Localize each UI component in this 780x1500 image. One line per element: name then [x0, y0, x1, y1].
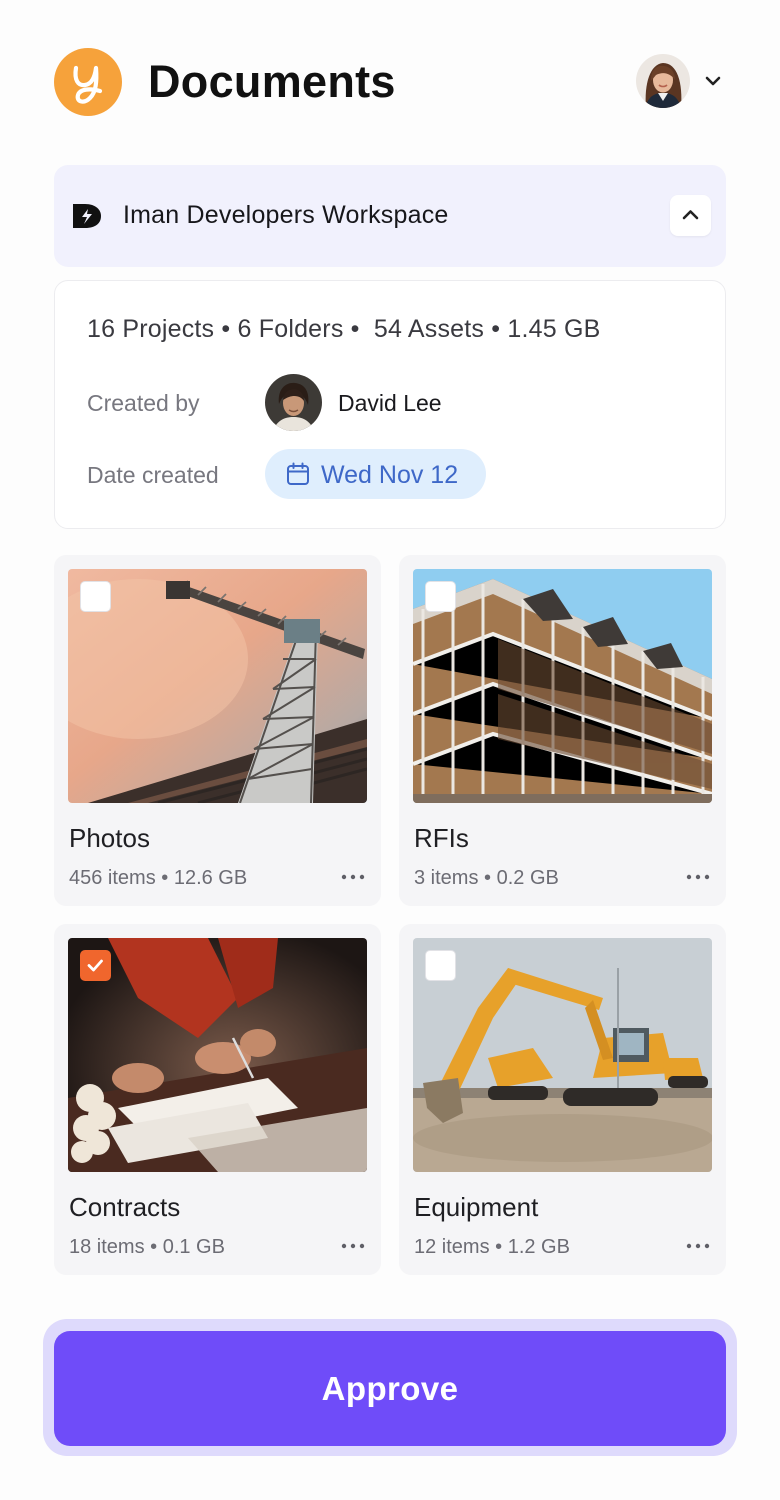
folder-card-rfis[interactable]: RFIs 3 items • 0.2 GB [399, 555, 726, 906]
more-dots-icon[interactable] [340, 1236, 366, 1256]
page-title: Documents [148, 56, 396, 107]
header: Documents [0, 0, 780, 165]
folder-thumbnail [413, 569, 712, 803]
date-created-label: Date created [87, 462, 219, 488]
date-created-badge[interactable]: Wed Nov 12 [265, 449, 486, 499]
folder-meta: 456 items • 12.6 GB [69, 867, 248, 889]
workspace-info-card: 16 Projects • 6 Folders • 54 Assets • 1.… [54, 280, 726, 529]
folder-name: Photos [69, 823, 150, 853]
select-checkbox[interactable] [80, 581, 111, 612]
approve-button[interactable]: Approve [54, 1331, 726, 1446]
folder-name: Contracts [69, 1192, 181, 1222]
more-dots-icon[interactable] [685, 1236, 711, 1256]
folder-meta: 18 items • 0.1 GB [69, 1236, 225, 1258]
folder-card-equipment[interactable]: Equipment 12 items • 1.2 GB [399, 924, 726, 1275]
workspace-name: Iman Developers Workspace [123, 201, 449, 229]
user-avatar[interactable] [636, 54, 690, 108]
folder-card-photos[interactable]: Photos 456 items • 12.6 GB [54, 555, 381, 906]
creator-name: David Lee [338, 390, 442, 416]
brand-logo-icon[interactable] [54, 48, 122, 116]
folder-name: RFIs [414, 823, 469, 853]
workspace-logo-icon [70, 201, 104, 231]
workspace-selector[interactable]: Iman Developers Workspace [54, 165, 726, 267]
more-dots-icon[interactable] [685, 867, 711, 887]
folder-thumbnail [413, 938, 712, 1172]
folder-meta: 12 items • 1.2 GB [414, 1236, 570, 1258]
more-dots-icon[interactable] [340, 867, 366, 887]
avatar[interactable] [265, 374, 322, 431]
checkmark-icon [87, 959, 103, 972]
select-checkbox[interactable] [425, 581, 456, 612]
folder-card-contracts[interactable]: Contracts 18 items • 0.1 GB [54, 924, 381, 1275]
chevron-up-icon[interactable] [670, 195, 711, 236]
folder-thumbnail [68, 938, 367, 1172]
folder-name: Equipment [414, 1192, 539, 1222]
select-checkbox[interactable] [80, 950, 111, 981]
date-created-value: Wed Nov 12 [321, 461, 459, 489]
chevron-down-icon[interactable] [702, 72, 724, 90]
select-checkbox[interactable] [425, 950, 456, 981]
workspace-stats: 16 Projects • 6 Folders • 54 Assets • 1.… [87, 315, 601, 343]
folder-thumbnail [68, 569, 367, 803]
folder-meta: 3 items • 0.2 GB [414, 867, 559, 889]
created-by-label: Created by [87, 390, 200, 416]
calendar-icon [287, 462, 309, 485]
